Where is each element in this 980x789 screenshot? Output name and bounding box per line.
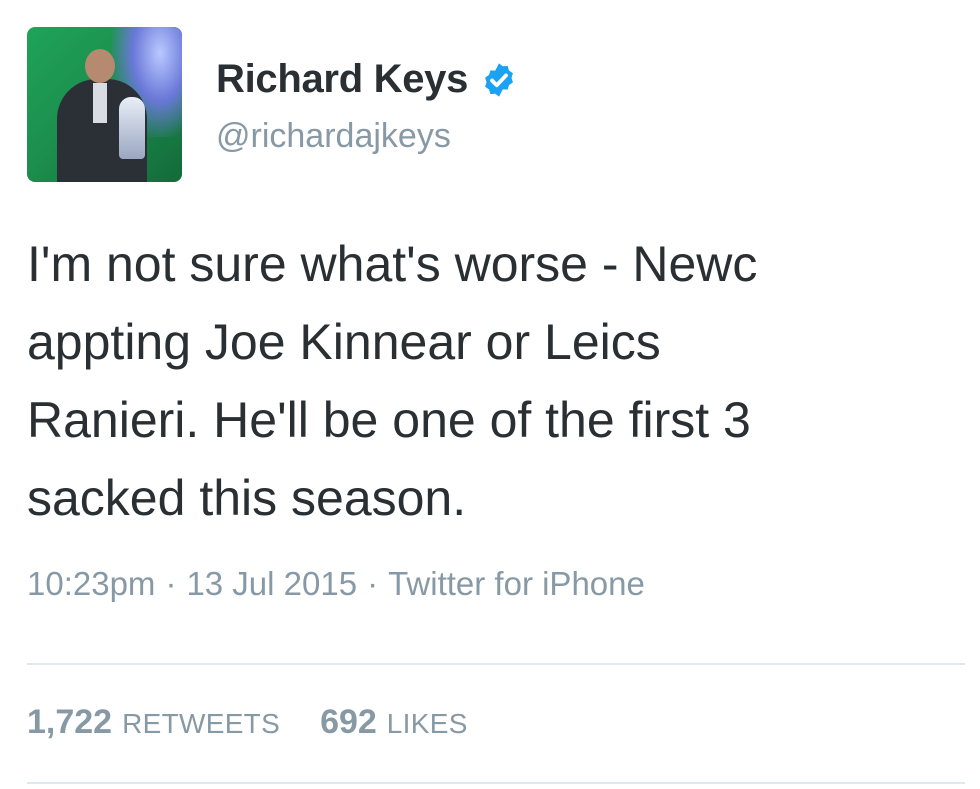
avatar-trophy <box>119 97 145 159</box>
meta-separator: · <box>367 565 379 602</box>
author-handle[interactable]: @richardajkeys <box>216 117 451 156</box>
tweet-date[interactable]: 13 Jul 2015 <box>186 565 357 603</box>
meta-separator: · <box>165 565 177 602</box>
tweet-meta: 10:23pm · 13 Jul 2015 · Twitter for iPho… <box>27 565 645 603</box>
avatar[interactable] <box>27 27 182 182</box>
tweet-stats: 1,722 RETWEETS 692 LIKES <box>27 703 468 742</box>
likes-stat[interactable]: 692 LIKES <box>320 703 468 742</box>
divider <box>27 663 965 665</box>
avatar-person-head <box>85 49 115 83</box>
likes-count: 692 <box>320 703 377 741</box>
tweet-text: I'm not sure what's worse - Newc appting… <box>27 236 758 526</box>
verified-badge-icon <box>485 62 514 97</box>
divider <box>27 782 965 784</box>
tweet-source[interactable]: Twitter for iPhone <box>388 565 645 603</box>
tweet-header: Richard Keys @richardajkeys <box>27 27 927 182</box>
author-name[interactable]: Richard Keys <box>216 57 468 102</box>
retweets-stat[interactable]: 1,722 RETWEETS <box>27 703 280 742</box>
name-row: Richard Keys <box>216 57 518 102</box>
avatar-shirt <box>93 83 107 123</box>
tweet-time[interactable]: 10:23pm <box>27 565 155 603</box>
retweets-count: 1,722 <box>27 703 113 741</box>
retweets-label: RETWEETS <box>122 708 281 739</box>
likes-label: LIKES <box>386 708 468 739</box>
